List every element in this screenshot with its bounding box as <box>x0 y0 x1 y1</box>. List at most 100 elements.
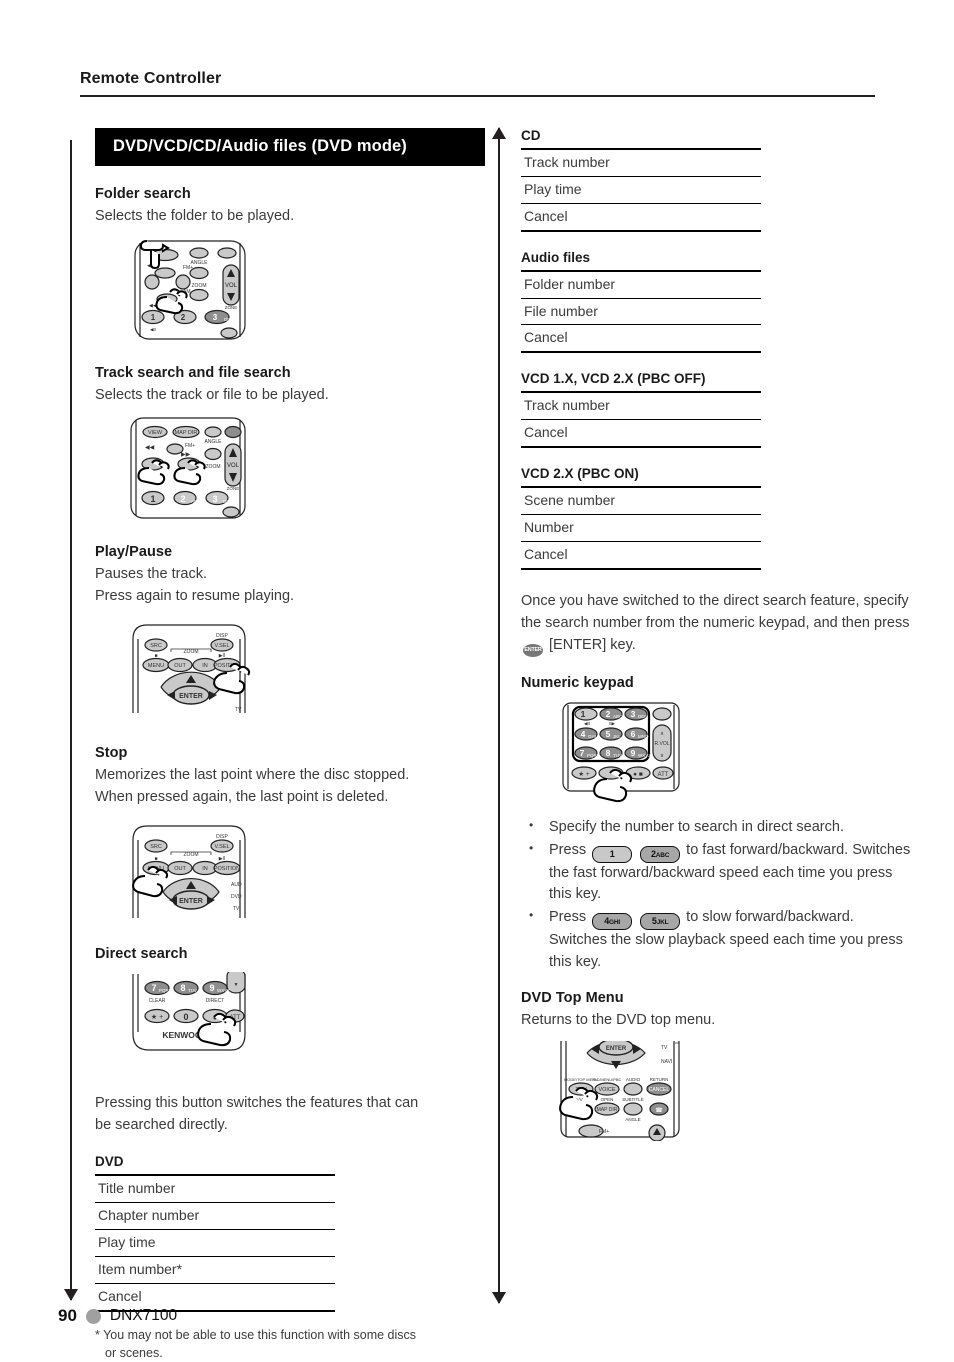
table-row: Cancel <box>524 207 568 224</box>
svg-text:PIC/MENU/PBC: PIC/MENU/PBC <box>593 1077 622 1082</box>
key-1-icon: 1 <box>592 845 633 863</box>
svg-text:7: 7 <box>151 983 156 993</box>
heading-stop: Stop <box>95 745 128 762</box>
page-header: Remote Controller <box>80 70 875 97</box>
key-5jkl-icon: 5JKL <box>640 913 681 931</box>
svg-text:1: 1 <box>150 494 155 504</box>
svg-text:DEF: DEF <box>224 317 233 322</box>
illustration-dvd-top-menu: ENTER TV NAVI MODE/TOP MENU PIC/MENU/PBC… <box>549 1040 709 1145</box>
svg-text:FM+: FM+ <box>185 443 195 449</box>
svg-text:V.SEL: V.SEL <box>214 643 229 649</box>
footnote-line-1: * You may not be able to use this functi… <box>95 1327 417 1342</box>
svg-text:ZOOM: ZOOM <box>192 283 207 289</box>
svg-text:ANGLE: ANGLE <box>625 1117 640 1122</box>
svg-text:POSITION: POSITION <box>214 866 240 872</box>
bullet-prefix: Press <box>549 841 587 858</box>
table-row: Chapter number <box>95 1203 335 1231</box>
svg-text:★ +: ★ + <box>578 770 590 778</box>
svg-text:NAVI: NAVI <box>661 1059 672 1065</box>
svg-text:1: 1 <box>581 709 586 719</box>
guide-stem <box>498 128 500 1303</box>
svg-text:SUBTITLE: SUBTITLE <box>622 1097 644 1102</box>
svg-text:3: 3 <box>212 494 217 504</box>
svg-text:SRC: SRC <box>150 844 162 850</box>
svg-text:ZONE: ZONE <box>225 305 238 310</box>
svg-text:MAP DIR: MAP DIR <box>175 430 198 436</box>
svg-text:TUV: TUV <box>613 753 622 758</box>
svg-text:◀II: ◀II <box>584 721 590 726</box>
svg-text:OUT: OUT <box>174 866 186 872</box>
table-dvd: Title number Chapter number Play time It… <box>95 1174 335 1312</box>
svg-text:ZOOM: ZOOM <box>184 852 199 858</box>
svg-text:TUV: TUV <box>188 988 197 993</box>
svg-text:IN: IN <box>202 866 208 872</box>
svg-text:4: 4 <box>581 729 586 739</box>
svg-text:▶II: ▶II <box>219 653 226 659</box>
svg-text:ZOOM: ZOOM <box>206 464 221 470</box>
right-column-flow-guide <box>492 127 506 1304</box>
illustration-stop: SRC DISP V.SEL ZOOM MENU OUT IN POSITION… <box>123 818 273 924</box>
svg-text:ENTER: ENTER <box>179 693 203 700</box>
svg-text:0: 0 <box>183 1012 188 1022</box>
svg-text:PQRS: PQRS <box>159 988 172 993</box>
list-item: Press 4GHI 5JKL to slow forward/backward… <box>521 906 911 974</box>
bullet-continuation: Switches the slow playback speed each ti… <box>549 932 903 970</box>
text-track-search: Selects the track or file to be played. <box>95 387 329 404</box>
guide-arrow-down-icon <box>492 1292 506 1304</box>
svg-text:R.VOL: R.VOL <box>654 741 669 747</box>
illustration-numeric-keypad: 1 2 ABC 3 DEF 4 GHI 5 JKL 6 MNO 7 PQRS 8… <box>549 701 709 805</box>
svg-text:WXYZ: WXYZ <box>217 988 230 993</box>
table-row: Play time <box>95 1230 335 1257</box>
svg-text:OPEN: OPEN <box>601 1097 614 1102</box>
header-divider <box>80 95 875 97</box>
heading-track-search: Track search and file search <box>95 365 291 382</box>
svg-text:TV: TV <box>233 906 240 912</box>
illustration-track-search: VOL VIEW MAP DIR ANGLE ZOOM FM+ ◀◀ ▶▶ ZO… <box>123 416 273 522</box>
svg-text:3: 3 <box>213 313 218 322</box>
illustration-play-pause: SRC DISP V.SEL ZOOM MENU OUT IN POSITION… <box>123 617 273 723</box>
svg-text:VIEW: VIEW <box>148 430 163 436</box>
bullet-text: Specify the number to search in direct s… <box>549 818 844 835</box>
key-4ghi-icon: 4GHI <box>592 913 633 931</box>
svg-text:ZOOM: ZOOM <box>184 649 199 655</box>
svg-text:● ■: ● ■ <box>633 771 643 778</box>
table-cd: Track number Play time Cancel <box>521 148 761 232</box>
table-title-vcd2: VCD 2.X (PBC ON) <box>521 466 639 482</box>
svg-text:PQRS: PQRS <box>587 753 600 758</box>
svg-text:■: ■ <box>154 856 157 862</box>
svg-text:VOL: VOL <box>225 283 238 289</box>
table-row: File number <box>521 299 761 326</box>
svg-text:RETURN: RETURN <box>650 1077 669 1082</box>
list-item: Specify the number to search in direct s… <box>521 816 911 839</box>
illustration-folder-search: VOL FM+ AM- ANGLE ZOOM ZONE ◀◀ ◀◀ 1 ◀II … <box>123 237 273 343</box>
svg-text:∨: ∨ <box>660 753 664 759</box>
guide-arrow-up-icon <box>492 127 506 139</box>
svg-text:3: 3 <box>631 709 636 719</box>
heading-direct-search: Direct search <box>95 946 188 963</box>
list-item: Press 1 2ABC to fast forward/backward. S… <box>521 839 911 907</box>
svg-text:MAP DIR: MAP DIR <box>597 1107 618 1113</box>
svg-text:ENTER: ENTER <box>606 1046 627 1052</box>
page-footer: 90 DNX7100 <box>58 1306 177 1326</box>
svg-text:ANGLE: ANGLE <box>191 260 209 266</box>
svg-text:DVD: DVD <box>231 894 242 900</box>
table-title-audio-files: Audio files <box>521 249 591 265</box>
svg-text:FM+: FM+ <box>599 1129 609 1135</box>
svg-text:7: 7 <box>580 748 585 758</box>
svg-text:ABC: ABC <box>613 714 623 719</box>
svg-text:2: 2 <box>180 494 185 504</box>
text-folder-search: Selects the folder to be played. <box>95 208 295 224</box>
svg-text:AUD: AUD <box>231 882 242 888</box>
svg-text:2: 2 <box>181 313 186 322</box>
svg-text:SRC: SRC <box>150 643 162 649</box>
text-stop-1: Memorizes the last point where the disc … <box>95 767 410 784</box>
svg-text:▶II: ▶II <box>219 856 226 862</box>
left-column: DVD/VCD/CD/Audio files (DVD mode) Folder… <box>95 128 485 1362</box>
svg-text:VOICE: VOICE <box>598 1087 615 1093</box>
table-row: Item number* <box>95 1257 335 1284</box>
table-row: Track number <box>521 393 761 421</box>
enter-key-icon: ENTER <box>523 643 543 657</box>
svg-text:GHI: GHI <box>588 734 596 739</box>
text-direct-search-note-2: be searched directly. <box>95 1117 228 1134</box>
svg-text:9: 9 <box>631 748 636 758</box>
